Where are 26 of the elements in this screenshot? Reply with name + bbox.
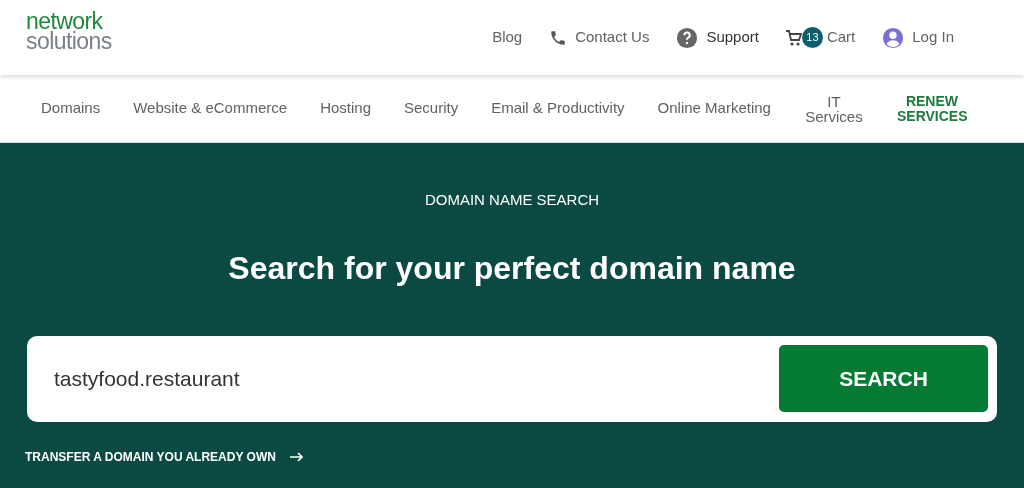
logo-text[interactable]: network xyxy=(26,10,112,31)
nav-link[interactable]: Website & eCommerce xyxy=(133,97,288,120)
nav-link[interactable]: IT Services xyxy=(803,93,864,124)
search-field[interactable]: tastyfood.restaurant SEARCH xyxy=(27,335,997,422)
nav-link[interactable]: Email & Productivity xyxy=(491,97,625,120)
search-button[interactable]: SEARCH xyxy=(779,345,988,412)
arrow-icon[interactable] xyxy=(289,451,303,462)
section-label: DOMAIN NAME SEARCH xyxy=(424,190,600,210)
logo-text[interactable]: solutions xyxy=(26,30,112,51)
header-link[interactable]: Support xyxy=(706,26,759,49)
header-link[interactable]: Cart xyxy=(826,26,856,49)
nav-link[interactable]: Domains xyxy=(41,97,101,120)
nav-link[interactable]: Hosting xyxy=(320,97,371,120)
nav-link[interactable]: RENEW SERVICES xyxy=(896,93,967,124)
header-link[interactable]: Contact Us xyxy=(575,26,650,49)
nav-link[interactable]: Online Marketing xyxy=(657,97,771,120)
transfer-link[interactable]: TRANSFER A DOMAIN YOU ALREADY OWN xyxy=(25,447,276,466)
header-link[interactable]: Blog xyxy=(492,26,523,49)
cart-icon[interactable] xyxy=(785,28,802,47)
hero-heading: Search for your perfect domain name xyxy=(228,248,796,288)
user-icon[interactable] xyxy=(882,26,905,49)
phone-icon[interactable] xyxy=(549,28,568,47)
help-icon[interactable] xyxy=(676,26,699,49)
cart-count-badge: 13 xyxy=(801,27,823,48)
header-link[interactable]: Log In xyxy=(912,26,954,49)
nav-link[interactable]: Security xyxy=(404,97,459,120)
